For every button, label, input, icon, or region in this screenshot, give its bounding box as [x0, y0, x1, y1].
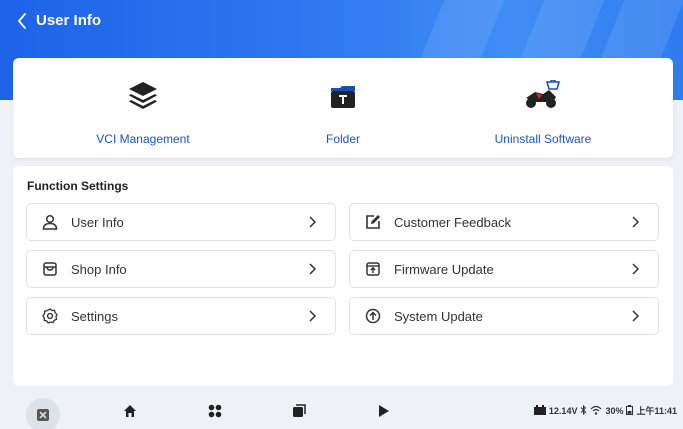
chevron-right-icon — [632, 215, 644, 229]
car-battery-icon — [533, 404, 546, 417]
chevron-right-icon — [309, 215, 321, 229]
clock: 上午11:41 — [636, 406, 677, 416]
upload-box-icon — [364, 260, 382, 278]
app-launcher-icon[interactable] — [26, 398, 60, 429]
firmware-update-item[interactable]: Firmware Update — [349, 250, 659, 288]
bluetooth-icon — [580, 404, 587, 417]
battery-percent: 30% — [605, 405, 624, 416]
bottom-nav-bar: 12.14V 30% 上午11:41 — [0, 393, 683, 429]
system-update-item[interactable]: System Update — [349, 297, 659, 335]
shop-info-label: Shop Info — [71, 261, 127, 277]
system-update-label: System Update — [394, 308, 483, 324]
shop-icon — [41, 260, 59, 278]
user-info-label: User Info — [71, 214, 124, 230]
customer-feedback-label: Customer Feedback — [394, 214, 512, 230]
settings-label: Settings — [71, 308, 118, 324]
wifi-icon — [590, 405, 602, 417]
folder-icon — [329, 76, 357, 110]
vci-management-button[interactable]: VCI Management — [43, 58, 243, 158]
uninstall-software-button[interactable]: Uninstall Software — [443, 58, 643, 158]
tools-card: VCI Management Folder Uninstall Software — [13, 58, 673, 158]
customer-feedback-item[interactable]: Customer Feedback — [349, 203, 659, 241]
vci-management-label: VCI Management — [96, 132, 190, 146]
gear-icon — [41, 307, 59, 325]
shop-info-item[interactable]: Shop Info — [26, 250, 336, 288]
function-settings-title: Function Settings — [27, 179, 129, 193]
back-arrow-icon[interactable] — [12, 10, 32, 32]
recent-apps-icon[interactable] — [290, 402, 308, 420]
motorbike-basket-icon — [523, 76, 563, 110]
play-icon[interactable] — [375, 402, 393, 420]
folder-button[interactable]: Folder — [243, 58, 443, 158]
edit-icon — [364, 213, 382, 231]
uninstall-software-label: Uninstall Software — [494, 132, 592, 146]
firmware-update-label: Firmware Update — [394, 261, 494, 277]
chevron-right-icon — [309, 262, 321, 276]
layers-icon — [127, 76, 159, 110]
user-info-item[interactable]: User Info — [26, 203, 336, 241]
chevron-right-icon — [309, 309, 321, 323]
battery-icon — [626, 404, 634, 417]
status-bar: 12.14V 30% 上午11:41 — [533, 404, 677, 417]
apps-grid-icon[interactable] — [206, 402, 224, 420]
settings-item[interactable]: Settings — [26, 297, 336, 335]
folder-label: Folder — [325, 132, 360, 146]
arrow-up-circle-icon — [364, 307, 382, 325]
chevron-right-icon — [632, 262, 644, 276]
page-title: User Info — [36, 12, 102, 29]
chevron-right-icon — [632, 309, 644, 323]
user-icon — [41, 213, 59, 231]
home-icon[interactable] — [121, 402, 139, 420]
voltage-readout: 12.14V — [548, 405, 578, 416]
function-settings-card: Function Settings User Info Customer Fee… — [13, 166, 673, 386]
